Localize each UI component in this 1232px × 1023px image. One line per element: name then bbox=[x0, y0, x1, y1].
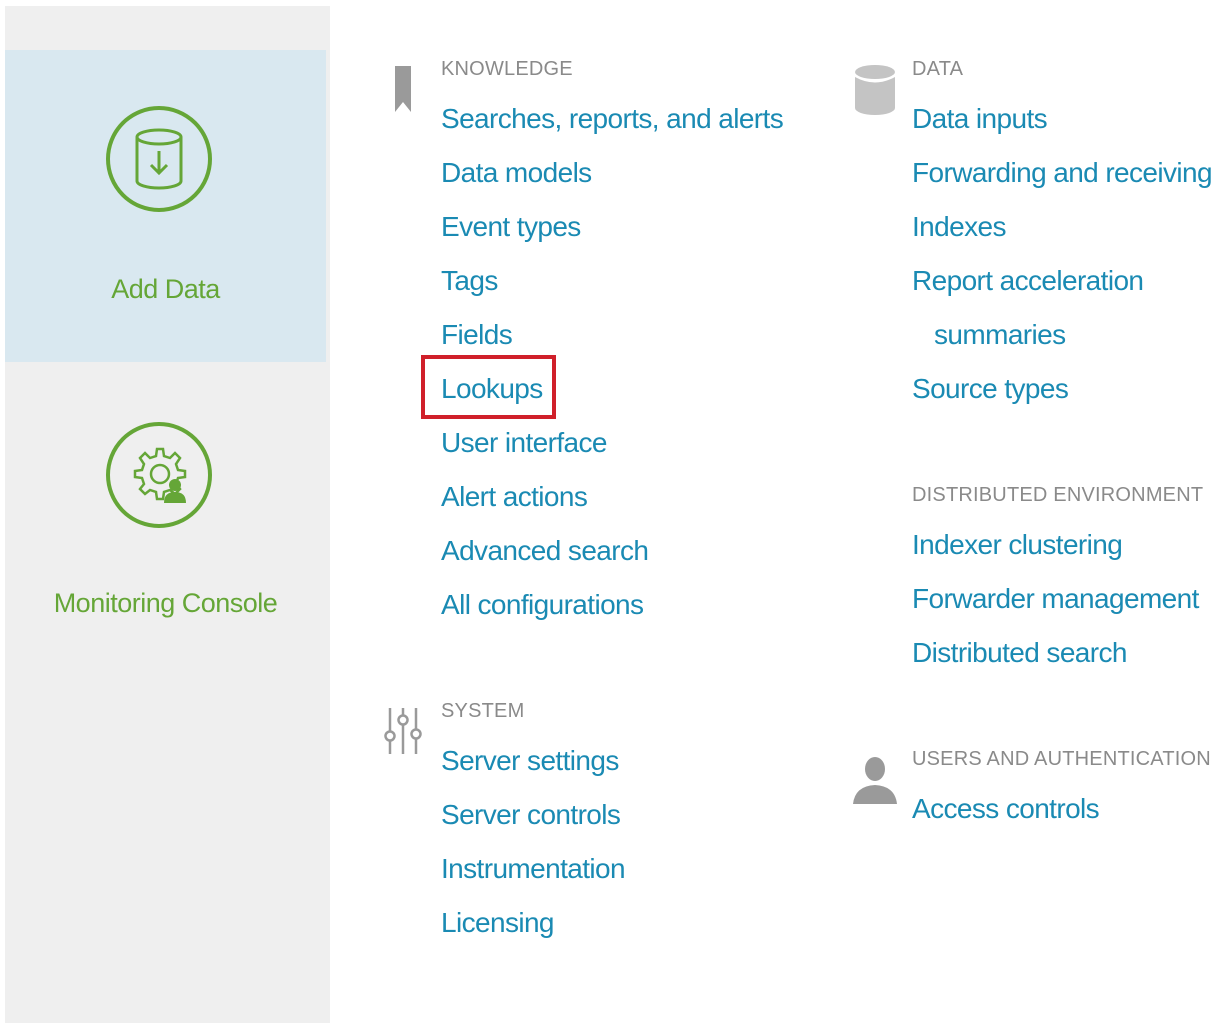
list-item: Data models bbox=[441, 146, 783, 200]
knowledge-heading: KNOWLEDGE bbox=[441, 58, 573, 80]
link-searches-reports-alerts[interactable]: Searches, reports, and alerts bbox=[441, 103, 784, 134]
link-advanced-search[interactable]: Advanced search bbox=[441, 535, 649, 566]
system-heading: SYSTEM bbox=[441, 700, 525, 722]
settings-menu: Add Data Monitoring Console KNOWLEDGE Se… bbox=[0, 0, 1232, 1023]
system-links: Server settings Server controls Instrume… bbox=[441, 734, 626, 950]
list-item: Advanced search bbox=[441, 524, 783, 578]
distributed-environment-heading: DISTRIBUTED ENVIRONMENT bbox=[912, 484, 1204, 506]
list-item: summaries bbox=[912, 308, 1212, 362]
knowledge-links: Searches, reports, and alerts Data model… bbox=[441, 92, 784, 632]
list-item: Server controls bbox=[441, 788, 625, 842]
list-item: Event types bbox=[441, 200, 783, 254]
link-distributed-search[interactable]: Distributed search bbox=[912, 637, 1127, 668]
list-item: Forwarder management bbox=[912, 572, 1199, 626]
monitoring-console-label: Monitoring Console bbox=[53, 588, 278, 618]
link-server-controls[interactable]: Server controls bbox=[441, 799, 621, 830]
add-data-label: Add Data bbox=[111, 274, 220, 304]
link-forwarder-management[interactable]: Forwarder management bbox=[912, 583, 1199, 614]
link-all-configurations[interactable]: All configurations bbox=[441, 589, 644, 620]
list-item: Source types bbox=[912, 362, 1212, 416]
link-indexer-clustering[interactable]: Indexer clustering bbox=[912, 529, 1123, 560]
link-licensing[interactable]: Licensing bbox=[441, 907, 555, 938]
users-authentication-heading: USERS AND AUTHENTICATION bbox=[912, 748, 1211, 770]
list-item: All configurations bbox=[441, 578, 783, 632]
sliders-icon bbox=[384, 708, 422, 754]
add-data-icon-circle bbox=[106, 106, 212, 212]
link-user-interface[interactable]: User interface bbox=[441, 427, 607, 458]
list-item: Report acceleration bbox=[912, 254, 1212, 308]
data-heading: DATA bbox=[912, 58, 964, 80]
link-report-acceleration-summaries[interactable]: summaries bbox=[912, 319, 1066, 350]
link-report-acceleration[interactable]: Report acceleration bbox=[912, 265, 1144, 296]
monitoring-console-tile[interactable]: Monitoring Console bbox=[5, 366, 326, 666]
link-lookups[interactable]: Lookups bbox=[441, 373, 543, 404]
gear-user-icon bbox=[133, 447, 187, 503]
user-icon bbox=[853, 757, 897, 804]
settings-left-panel: Add Data Monitoring Console bbox=[5, 6, 330, 1023]
link-server-settings[interactable]: Server settings bbox=[441, 745, 619, 776]
list-item: Lookups bbox=[441, 362, 783, 416]
list-item: Fields bbox=[441, 308, 783, 362]
link-data-models[interactable]: Data models bbox=[441, 157, 592, 188]
list-item: Server settings bbox=[441, 734, 625, 788]
list-item: Indexer clustering bbox=[912, 518, 1199, 572]
link-alert-actions[interactable]: Alert actions bbox=[441, 481, 588, 512]
link-forwarding-receiving[interactable]: Forwarding and receiving bbox=[912, 157, 1213, 188]
list-item: Distributed search bbox=[912, 626, 1199, 680]
link-event-types[interactable]: Event types bbox=[441, 211, 581, 242]
list-item: Alert actions bbox=[441, 470, 783, 524]
list-item: Tags bbox=[441, 254, 783, 308]
users-authentication-links: Access controls bbox=[912, 782, 1100, 836]
distributed-environment-links: Indexer clustering Forwarder management … bbox=[912, 518, 1199, 680]
link-indexes[interactable]: Indexes bbox=[912, 211, 1006, 242]
link-tags[interactable]: Tags bbox=[441, 265, 498, 296]
list-item: Access controls bbox=[912, 782, 1100, 836]
link-access-controls[interactable]: Access controls bbox=[912, 793, 1100, 824]
list-item: Data inputs bbox=[912, 92, 1212, 146]
database-icon bbox=[855, 65, 895, 115]
list-item: Indexes bbox=[912, 200, 1212, 254]
list-item: Licensing bbox=[441, 896, 625, 950]
link-source-types[interactable]: Source types bbox=[912, 373, 1069, 404]
list-item: Forwarding and receiving bbox=[912, 146, 1213, 200]
database-download-icon bbox=[135, 128, 183, 190]
link-data-inputs[interactable]: Data inputs bbox=[912, 103, 1048, 134]
monitoring-console-icon-circle bbox=[106, 422, 212, 528]
list-item: User interface bbox=[441, 416, 783, 470]
link-fields[interactable]: Fields bbox=[441, 319, 513, 350]
list-item: Instrumentation bbox=[441, 842, 626, 896]
list-item: Searches, reports, and alerts bbox=[441, 92, 784, 146]
add-data-tile[interactable]: Add Data bbox=[5, 50, 326, 362]
bookmark-icon bbox=[395, 66, 411, 112]
link-instrumentation[interactable]: Instrumentation bbox=[441, 853, 626, 884]
data-links: Data inputs Forwarding and receiving Ind… bbox=[912, 92, 1213, 416]
